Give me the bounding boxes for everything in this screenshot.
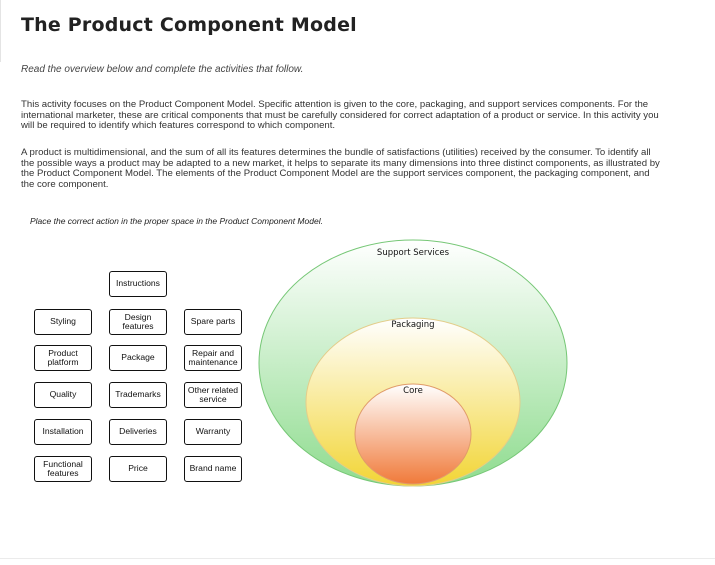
packaging-label: Packaging bbox=[391, 320, 434, 330]
product-component-model-diagram: Support Services Packaging Core bbox=[256, 238, 572, 490]
drag-item-spare-parts[interactable]: Spare parts bbox=[184, 309, 242, 335]
drag-item-product-platform[interactable]: Product platform bbox=[34, 345, 92, 371]
drag-item-instructions[interactable]: Instructions bbox=[109, 271, 167, 297]
drag-item-design-features[interactable]: Design features bbox=[109, 309, 167, 335]
activity-instruction: Place the correct action in the proper s… bbox=[30, 216, 323, 226]
drag-item-quality[interactable]: Quality bbox=[34, 382, 92, 408]
drag-item-repair-and-maintenance[interactable]: Repair and maintenance bbox=[184, 345, 242, 371]
overview-paragraph-1: This activity focuses on the Product Com… bbox=[21, 99, 659, 132]
drag-item-package[interactable]: Package bbox=[109, 345, 167, 371]
drag-item-functional-features[interactable]: Functional features bbox=[34, 456, 92, 482]
core-drop-zone[interactable] bbox=[354, 383, 472, 485]
core-label: Core bbox=[403, 386, 423, 396]
left-edge-divider bbox=[0, 0, 1, 62]
drag-item-price[interactable]: Price bbox=[109, 456, 167, 482]
page-subtitle: Read the overview below and complete the… bbox=[21, 64, 304, 75]
drag-item-trademarks[interactable]: Trademarks bbox=[109, 382, 167, 408]
drag-item-other-related-service[interactable]: Other related service bbox=[184, 382, 242, 408]
drag-item-warranty[interactable]: Warranty bbox=[184, 419, 242, 445]
drag-item-installation[interactable]: Installation bbox=[34, 419, 92, 445]
drag-item-deliveries[interactable]: Deliveries bbox=[109, 419, 167, 445]
overview-paragraph-2: A product is multidimensional, and the s… bbox=[21, 147, 660, 190]
bottom-divider bbox=[0, 558, 715, 559]
drag-item-styling[interactable]: Styling bbox=[34, 309, 92, 335]
page-title: The Product Component Model bbox=[21, 14, 357, 36]
drag-item-brand-name[interactable]: Brand name bbox=[184, 456, 242, 482]
support-services-label: Support Services bbox=[377, 248, 450, 258]
